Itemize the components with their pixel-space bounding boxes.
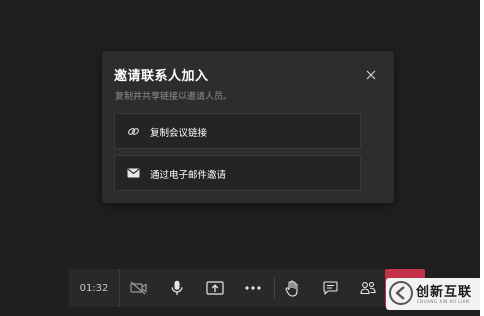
meeting-timer: 01:32 (69, 269, 120, 307)
invite-by-email-label: 通过电子邮件邀请 (150, 170, 227, 181)
watermark-subtext: CHUANG XIN HU LIAN (417, 299, 470, 304)
more-options-button[interactable] (235, 269, 271, 307)
close-button[interactable] (361, 65, 381, 85)
meeting-toolbar: 01:32 (69, 269, 387, 307)
copy-meeting-link-label: 复制会议链接 (150, 128, 208, 139)
chat-icon (322, 281, 338, 295)
raise-hand-icon (285, 279, 298, 297)
watermark-text: 创新互联 (416, 285, 473, 300)
camera-off-icon (130, 281, 147, 295)
mail-icon (126, 166, 140, 180)
brand-logo-icon (389, 281, 413, 305)
invite-by-email-button[interactable]: 通过电子邮件邀请 (114, 155, 361, 191)
microphone-icon (171, 280, 183, 295)
more-options-icon (245, 286, 261, 290)
participants-icon (360, 281, 376, 295)
watermark: 创新互联 CHUANG XIN HU LIAN (386, 278, 482, 310)
close-icon (366, 70, 376, 80)
dialog-title: 邀请联系人加入 (114, 69, 209, 84)
share-screen-button[interactable] (197, 269, 233, 307)
raise-hand-button[interactable] (274, 269, 310, 307)
share-screen-icon (206, 281, 224, 295)
screen-edge (480, 0, 484, 316)
dialog-subtitle: 复制并共享链接以邀请人员。 (115, 92, 233, 102)
camera-toggle-button[interactable] (121, 269, 157, 307)
chat-button[interactable] (312, 269, 348, 307)
microphone-button[interactable] (159, 269, 195, 307)
participants-button[interactable] (350, 269, 386, 307)
meeting-stage: 邀请联系人加入 复制并共享链接以邀请人员。 复制会议链接 通过电子邮件邀请 01… (0, 0, 484, 316)
link-icon (126, 124, 140, 138)
invite-dialog: 邀请联系人加入 复制并共享链接以邀请人员。 复制会议链接 通过电子邮件邀请 (102, 51, 394, 203)
copy-meeting-link-button[interactable]: 复制会议链接 (114, 113, 361, 149)
